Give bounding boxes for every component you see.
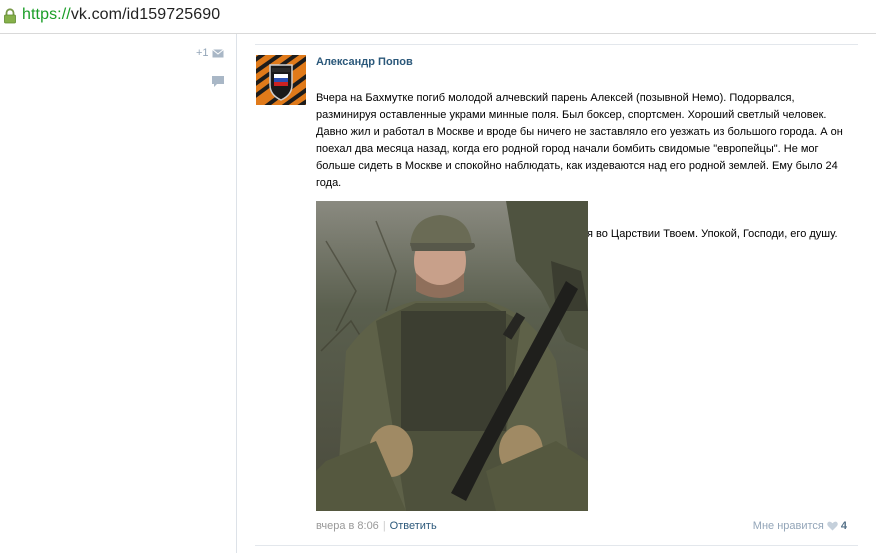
meta-separator: | — [382, 520, 386, 532]
post-meta: вчера в 8:06 | Ответить — [316, 520, 437, 532]
wall-column: Александр Попов Вчера на Бахмутке погиб … — [237, 34, 876, 553]
page: +1 Александр Попов Вчера на Бахмутке пог… — [0, 34, 876, 553]
avatar-image — [256, 55, 306, 105]
address-bar[interactable]: https://vk.com/id159725690 — [0, 0, 876, 34]
left-column: +1 — [0, 34, 237, 553]
like-label: Мне нравится — [752, 520, 824, 532]
avatar[interactable] — [256, 55, 306, 105]
reply-link[interactable]: Ответить — [390, 520, 437, 532]
mail-icon[interactable] — [212, 49, 224, 58]
like-count: 4 — [840, 520, 847, 532]
url-text[interactable]: https://vk.com/id159725690 — [22, 6, 220, 24]
lock-icon — [4, 8, 16, 24]
comment-icon[interactable] — [212, 76, 224, 87]
divider — [255, 44, 858, 45]
like-button[interactable]: Мне нравится 4 — [753, 520, 847, 532]
post-paragraph: Вчера на Бахмутке погиб молодой алчевски… — [316, 92, 843, 189]
author-name[interactable]: Александр Попов — [316, 56, 413, 68]
plus-one-counter[interactable]: +1 — [196, 47, 209, 59]
divider — [255, 545, 858, 546]
heart-icon — [827, 521, 838, 531]
post-timestamp[interactable]: вчера в 8:06 — [316, 520, 379, 532]
url-path: vk.com/id159725690 — [70, 6, 221, 23]
post-photo[interactable] — [316, 201, 588, 511]
url-scheme: https:// — [22, 6, 71, 23]
photo-image — [316, 201, 588, 511]
